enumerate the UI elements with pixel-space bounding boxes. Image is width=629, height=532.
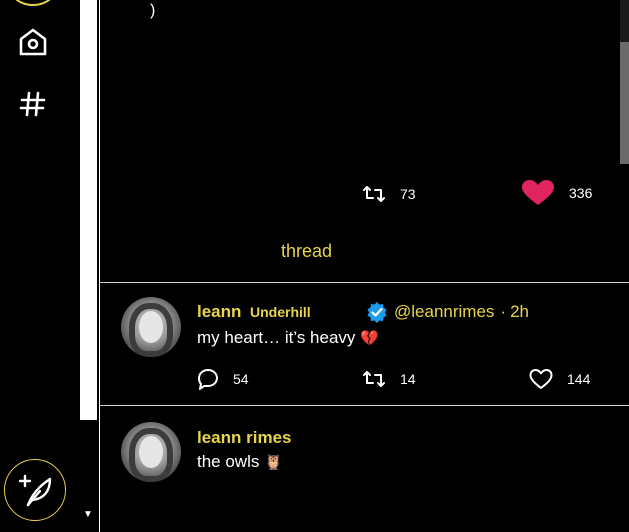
handle-line: @leannrimes · 2h [366, 301, 529, 323]
reply-action[interactable]: 54 [197, 368, 249, 390]
show-thread-link[interactable]: thread [281, 241, 332, 262]
media-text-fragment: ) [150, 2, 156, 19]
heart-filled-icon [522, 180, 554, 205]
profile-avatar-button[interactable] [10, 0, 56, 6]
separator-dot: · [500, 302, 507, 321]
scroll-down-arrow[interactable]: ▼ [83, 510, 93, 520]
retweet-action[interactable]: 14 [362, 368, 416, 390]
media-image-edge-lower[interactable] [620, 42, 629, 164]
reply-icon [198, 369, 218, 390]
display-name-extra[interactable]: Underhill [250, 304, 311, 320]
tweet-divider [100, 405, 629, 406]
handle[interactable]: @leannrimes [394, 302, 494, 322]
timeline: ) 73 336 thread leann Underhill @leannri… [99, 0, 629, 532]
display-name[interactable]: leann [197, 302, 241, 322]
like-count: 144 [567, 371, 591, 387]
timestamp[interactable]: 2h [510, 302, 529, 322]
tweet-text-body: my heart… it’s heavy [197, 328, 356, 347]
sidebar [0, 0, 80, 532]
retweet-count: 14 [400, 371, 416, 387]
home-icon[interactable] [16, 25, 50, 59]
feather-plus-icon [18, 474, 52, 507]
display-name[interactable]: leann rimes [197, 427, 292, 449]
like-count: 336 [569, 185, 593, 201]
retweet-icon [363, 186, 385, 202]
tweet-text: my heart… it’s heavy 💔 [197, 328, 379, 348]
media-image-edge[interactable] [620, 0, 629, 42]
owl-emoji: 🦉 [264, 454, 283, 471]
scrollbar-track[interactable] [80, 0, 97, 420]
tweet-text-body: the owls [197, 452, 260, 471]
broken-heart-emoji: 💔 [360, 330, 379, 347]
retweet-icon [363, 371, 385, 387]
tweet-divider [100, 282, 629, 283]
retweet-count: 73 [400, 186, 416, 202]
heart-outline-icon [529, 369, 553, 389]
tweet-text: the owls 🦉 [197, 452, 283, 472]
like-action[interactable]: 144 [529, 368, 590, 390]
retweet-action[interactable]: 73 [362, 183, 416, 205]
hashtag-icon[interactable] [16, 87, 50, 121]
compose-button[interactable] [4, 459, 66, 521]
verified-badge-icon [367, 302, 387, 323]
avatar[interactable] [121, 422, 181, 482]
like-action[interactable]: 336 [521, 180, 592, 206]
reply-count: 54 [233, 371, 249, 387]
avatar[interactable] [121, 297, 181, 357]
